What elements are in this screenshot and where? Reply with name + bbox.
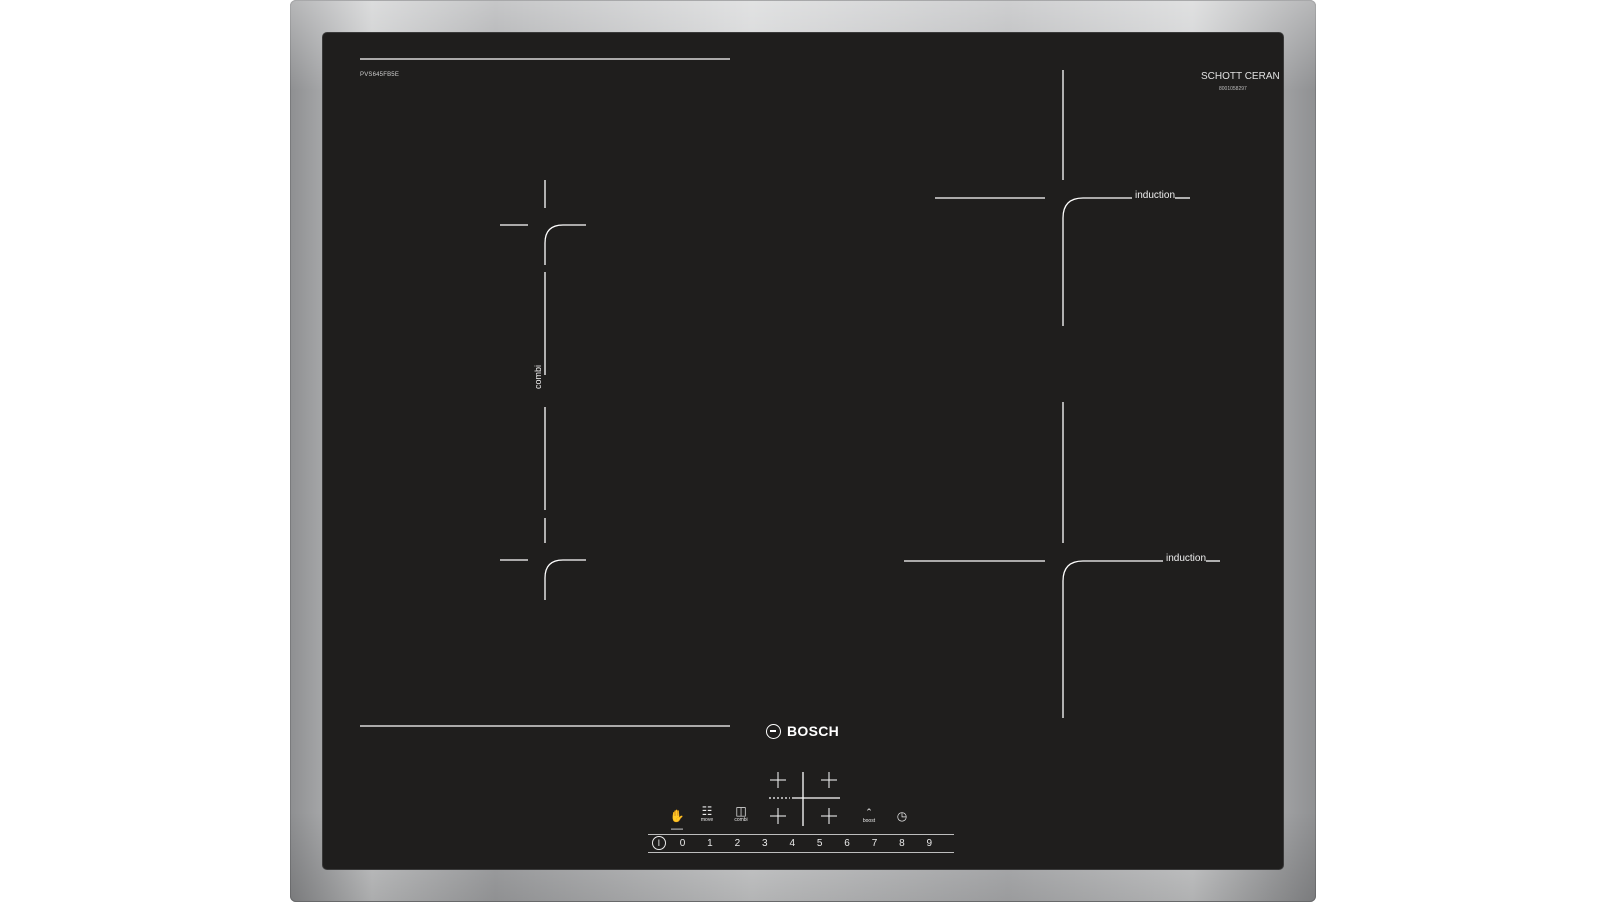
level-7[interactable]: 7 — [872, 838, 899, 849]
induction-top-corner — [1062, 197, 1132, 326]
level-5[interactable]: 5 — [817, 838, 844, 849]
bosch-emblem-icon — [766, 723, 781, 739]
move-button[interactable]: ☷ move — [696, 805, 718, 823]
level-6[interactable]: 6 — [844, 838, 871, 849]
power-button[interactable]: I — [652, 836, 666, 850]
level-3[interactable]: 3 — [762, 838, 789, 849]
combi-button[interactable]: ◫ combi — [730, 805, 752, 823]
hand-key-icon: ✋— — [669, 809, 685, 835]
slider-bottom-rule — [648, 852, 954, 853]
level-1[interactable]: 1 — [707, 838, 734, 849]
timer-button[interactable]: ◷ — [895, 810, 909, 822]
clock-icon: ◷ — [896, 809, 908, 823]
combi-bottom-corner — [544, 559, 586, 600]
zone-select-bottom-left — [770, 808, 786, 824]
bosch-logo: BOSCH — [766, 723, 839, 739]
chevron-up-icon: ⌃ — [865, 807, 873, 817]
level-8[interactable]: 8 — [899, 838, 926, 849]
level-9[interactable]: 9 — [927, 838, 954, 849]
level-2[interactable]: 2 — [735, 838, 762, 849]
zone-select-top-left — [770, 772, 786, 788]
zone-markings — [360, 58, 1220, 826]
combi-top-corner — [544, 224, 586, 265]
boost-button[interactable]: ⌃ boost — [858, 806, 880, 824]
combi-icon: ◫ — [735, 804, 747, 818]
combi-zone-label: combi — [533, 364, 543, 389]
power-level-slider[interactable]: I 0 1 2 3 4 5 6 7 8 9 — [648, 834, 954, 852]
level-4[interactable]: 4 — [789, 838, 816, 849]
induction-top-label: induction — [1135, 190, 1176, 201]
induction-bottom-corner — [1062, 560, 1163, 718]
level-0[interactable]: 0 — [680, 838, 707, 849]
zone-select-bottom-right — [821, 808, 837, 824]
induction-bottom-label: induction — [1166, 553, 1207, 564]
child-lock-button[interactable]: ✋— — [664, 810, 690, 834]
zone-select-top-right — [821, 772, 837, 788]
move-icon: ☷ — [701, 804, 713, 818]
